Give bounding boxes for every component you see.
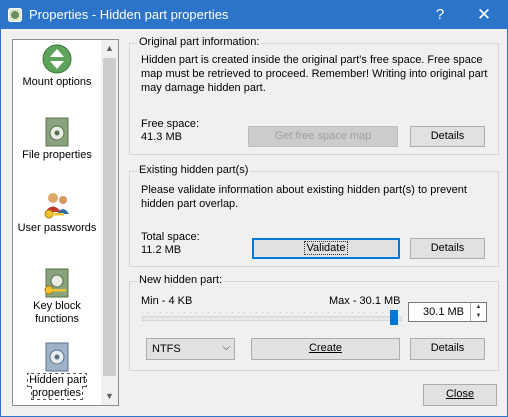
button-label: Create xyxy=(308,342,343,354)
button-label: Validate xyxy=(303,241,349,255)
min-size-label: Min - 4 KB xyxy=(141,295,193,307)
filesystem-value: NTFS xyxy=(152,343,181,355)
size-slider-ticks xyxy=(142,312,394,313)
sidebar-item-user-passwords[interactable]: User passwords xyxy=(13,190,101,235)
group-title: Original part information: xyxy=(137,36,262,48)
app-icon xyxy=(8,8,22,22)
spin-down-arrow-icon[interactable]: ▼ xyxy=(471,312,486,321)
sidebar-item-label: Mount options xyxy=(22,76,92,88)
create-button[interactable]: Create xyxy=(251,338,400,360)
spin-up-arrow-icon[interactable]: ▲ xyxy=(471,303,486,312)
button-label: Details xyxy=(430,130,465,142)
size-slider-thumb[interactable] xyxy=(390,310,398,325)
new-part-details-button[interactable]: Details xyxy=(410,338,485,360)
window-title: Properties - Hidden part properties xyxy=(29,7,229,22)
size-spinbox[interactable]: 30.1 MB ▲ ▼ xyxy=(408,302,487,322)
existing-details-button[interactable]: Details xyxy=(410,238,485,259)
sidebar-item-label: User passwords xyxy=(17,222,97,234)
size-spinbox-value[interactable]: 30.1 MB xyxy=(423,306,464,318)
sidebar: Mount options File properties User passw… xyxy=(12,39,119,406)
free-space-label: Free space: xyxy=(141,118,200,130)
validate-button[interactable]: Validate xyxy=(252,238,400,259)
group-title: Existing hidden part(s) xyxy=(137,164,251,176)
group-title: New hidden part: xyxy=(137,274,225,286)
get-free-space-map-button[interactable]: Get free space map xyxy=(248,126,398,147)
sidebar-scrollbar[interactable]: ▲ ▼ xyxy=(101,40,118,405)
file-safe-icon xyxy=(45,117,69,147)
key-block-icon xyxy=(44,268,69,298)
help-button[interactable]: ? xyxy=(421,1,459,29)
total-space-value: 11.2 MB xyxy=(141,244,182,256)
total-space-label: Total space: xyxy=(141,231,200,243)
button-label: Get free space map xyxy=(274,130,372,142)
chevron-down-icon: ⌵ xyxy=(222,342,230,353)
original-details-button[interactable]: Details xyxy=(410,126,485,147)
filesystem-select[interactable]: NTFS ⌵ xyxy=(146,338,235,360)
scroll-up-arrow-icon[interactable]: ▲ xyxy=(101,40,118,57)
sidebar-item-label: Hidden part properties xyxy=(27,373,87,400)
button-label: Close xyxy=(445,388,475,400)
scroll-down-arrow-icon[interactable]: ▼ xyxy=(101,388,118,405)
sidebar-item-hidden-part-properties[interactable]: Hidden part properties xyxy=(13,342,101,400)
users-key-icon xyxy=(44,193,69,219)
window-close-button[interactable]: ✕ xyxy=(461,1,507,29)
sidebar-item-label: Key block functions xyxy=(33,300,81,325)
size-slider-track[interactable] xyxy=(142,316,402,321)
sidebar-item-file-properties[interactable]: File properties xyxy=(13,117,101,162)
close-button[interactable]: Close xyxy=(423,384,497,406)
sidebar-item-key-block-functions[interactable]: Key block functions xyxy=(13,268,101,326)
max-size-label: Max - 30.1 MB xyxy=(329,295,401,307)
mount-eject-icon xyxy=(42,44,72,74)
title-bar: Properties - Hidden part properties ? ✕ xyxy=(1,1,507,29)
free-space-value: 41.3 MB xyxy=(141,131,182,143)
sidebar-item-mount-options[interactable]: Mount options xyxy=(13,44,101,89)
hidden-safe-icon xyxy=(45,342,69,372)
button-label: Details xyxy=(430,342,465,354)
button-label: Details xyxy=(430,242,465,254)
sidebar-item-label: File properties xyxy=(22,149,92,161)
properties-dialog: Properties - Hidden part properties ? ✕ … xyxy=(0,0,508,417)
scroll-thumb[interactable] xyxy=(103,58,116,376)
spin-buttons: ▲ ▼ xyxy=(470,303,486,321)
existing-description: Please validate information about existi… xyxy=(141,184,467,210)
original-description: Hidden part is created inside the origin… xyxy=(141,54,488,94)
